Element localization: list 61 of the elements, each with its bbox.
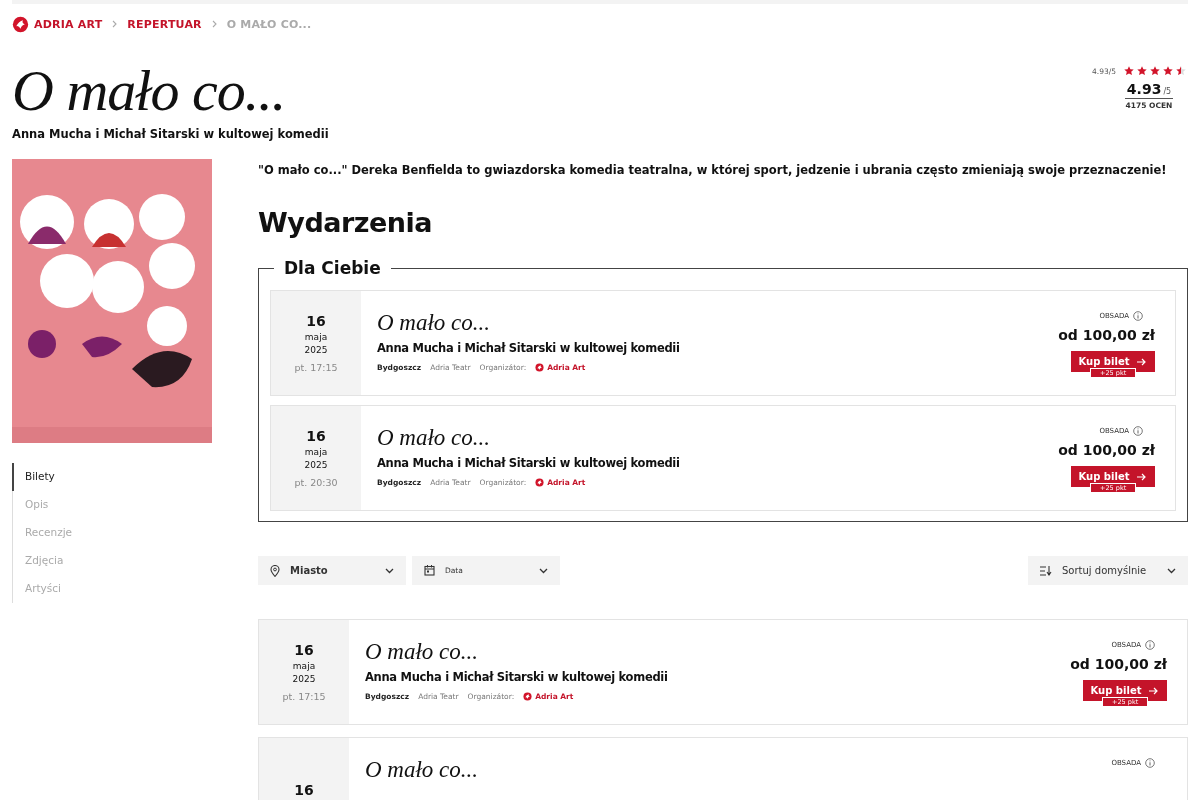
arrow-right-icon <box>1137 357 1148 366</box>
side-nav-item[interactable]: Bilety <box>12 463 212 491</box>
breadcrumb-current: O MAŁO CO... <box>226 17 312 31</box>
breadcrumb-link[interactable]: REPERTUAR <box>127 17 202 31</box>
sort-icon <box>1040 565 1052 576</box>
arrow-right-icon <box>1149 686 1160 695</box>
event-title[interactable]: O mało co... <box>365 756 1021 784</box>
calendar-icon <box>424 565 435 576</box>
event-year: 2025 <box>304 460 328 470</box>
logo-icon <box>535 478 545 487</box>
star-icon <box>1124 66 1134 76</box>
section-heading: Wydarzenia <box>258 207 433 239</box>
event-year: 2025 <box>304 345 328 355</box>
event-month: maja <box>304 447 328 457</box>
info-icon[interactable] <box>1145 640 1155 650</box>
logo-icon <box>535 363 545 372</box>
event-title[interactable]: O mało co... <box>365 638 1021 666</box>
event-month: maja <box>292 661 316 671</box>
chevron-down-icon <box>539 567 548 574</box>
star-icon <box>1163 66 1173 76</box>
event-year: 2025 <box>292 674 316 684</box>
event-day: 16 <box>306 428 326 444</box>
description-text: "O mało co..." Dereka Benfielda to gwiazdorska komedia teatralna, w której sport, jedzenie i ubrania często zmieniają swoje przeznaczenie! <box>258 163 1168 177</box>
info-icon[interactable] <box>1133 311 1143 321</box>
arrow-right-icon <box>1137 472 1148 481</box>
info-icon[interactable] <box>1133 426 1143 436</box>
chevron-down-icon <box>385 567 394 574</box>
event-subtitle: Anna Mucha i Michał Sitarski w kultowej komedii <box>377 456 681 470</box>
star-icon <box>1137 66 1147 76</box>
event-time: pt. 17:15 <box>282 691 326 702</box>
city-dropdown[interactable]: Miasto <box>258 556 406 585</box>
page-title: O mało co... <box>12 60 287 122</box>
chevron-down-icon <box>1167 567 1176 574</box>
star-icon <box>1150 66 1160 76</box>
rating-value: 4.93 <box>1126 81 1162 97</box>
event-day: 16 <box>306 313 326 329</box>
event-day: 16 <box>294 782 314 798</box>
event-subtitle: Anna Mucha i Michał Sitarski w kultowej komedii <box>377 341 681 355</box>
star-icon <box>1176 66 1186 76</box>
event-subtitle: Anna Mucha i Michał Sitarski w kultowej komedii <box>365 670 669 684</box>
event-price: od 100,00 zł <box>1070 656 1167 672</box>
event-month: maja <box>304 332 328 342</box>
event-price: od 100,00 zł <box>1058 442 1155 458</box>
event-title[interactable]: O mało co... <box>377 309 1009 337</box>
event-time: pt. 17:15 <box>294 362 338 373</box>
brand-name: ADRIA ART <box>34 17 103 31</box>
event-day: 16 <box>294 642 314 658</box>
breadcrumb-link[interactable]: ADRIA ART <box>12 15 103 33</box>
rating-scale: /5 <box>1163 87 1172 96</box>
page-subtitle: Anna Mucha i Michał Sitarski w kultowej komedii <box>12 127 329 141</box>
event-price: od 100,00 zł <box>1058 327 1155 343</box>
info-icon[interactable] <box>1145 758 1155 768</box>
chevron-icon <box>112 20 118 28</box>
location-pin-icon <box>270 564 280 577</box>
sort-dropdown[interactable]: Sortuj domyślnie <box>1028 556 1188 585</box>
event-title[interactable]: O mało co... <box>377 424 1009 452</box>
event-time: pt. 20:30 <box>294 477 338 488</box>
chevron-icon <box>211 20 217 28</box>
logo-icon <box>523 692 533 701</box>
logo-icon <box>12 15 29 33</box>
panel-legend: Dla Ciebie <box>274 258 391 278</box>
